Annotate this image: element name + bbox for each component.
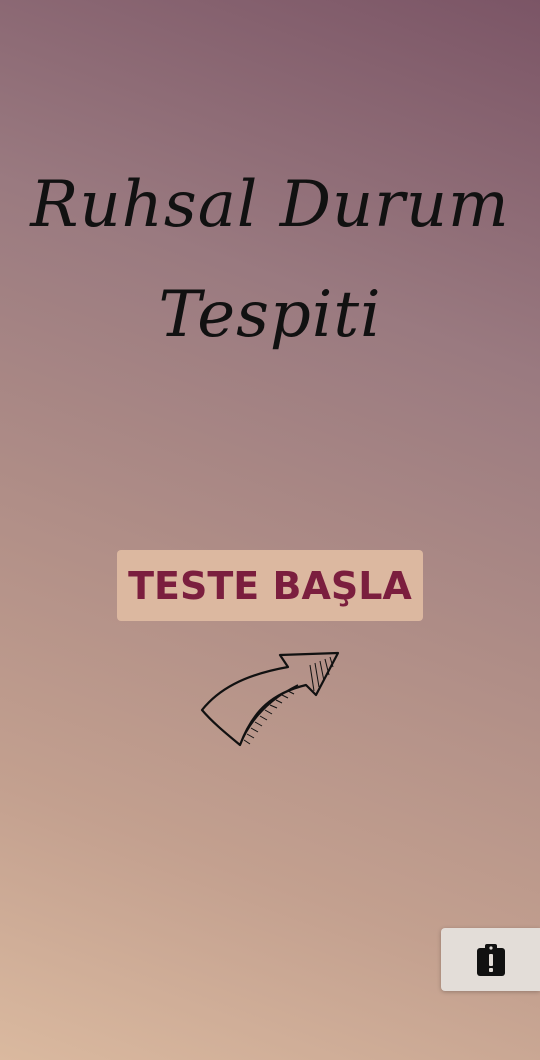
clipboard-alert-icon bbox=[476, 943, 505, 976]
report-fab[interactable] bbox=[441, 928, 540, 991]
hand-drawn-arrow-icon bbox=[200, 651, 340, 747]
start-test-button[interactable]: TESTE BAŞLA bbox=[117, 550, 423, 621]
page-title: Ruhsal Durum Tespiti bbox=[0, 150, 540, 370]
title-line-2: Tespiti bbox=[158, 278, 382, 352]
title-line-1: Ruhsal Durum bbox=[30, 168, 510, 242]
